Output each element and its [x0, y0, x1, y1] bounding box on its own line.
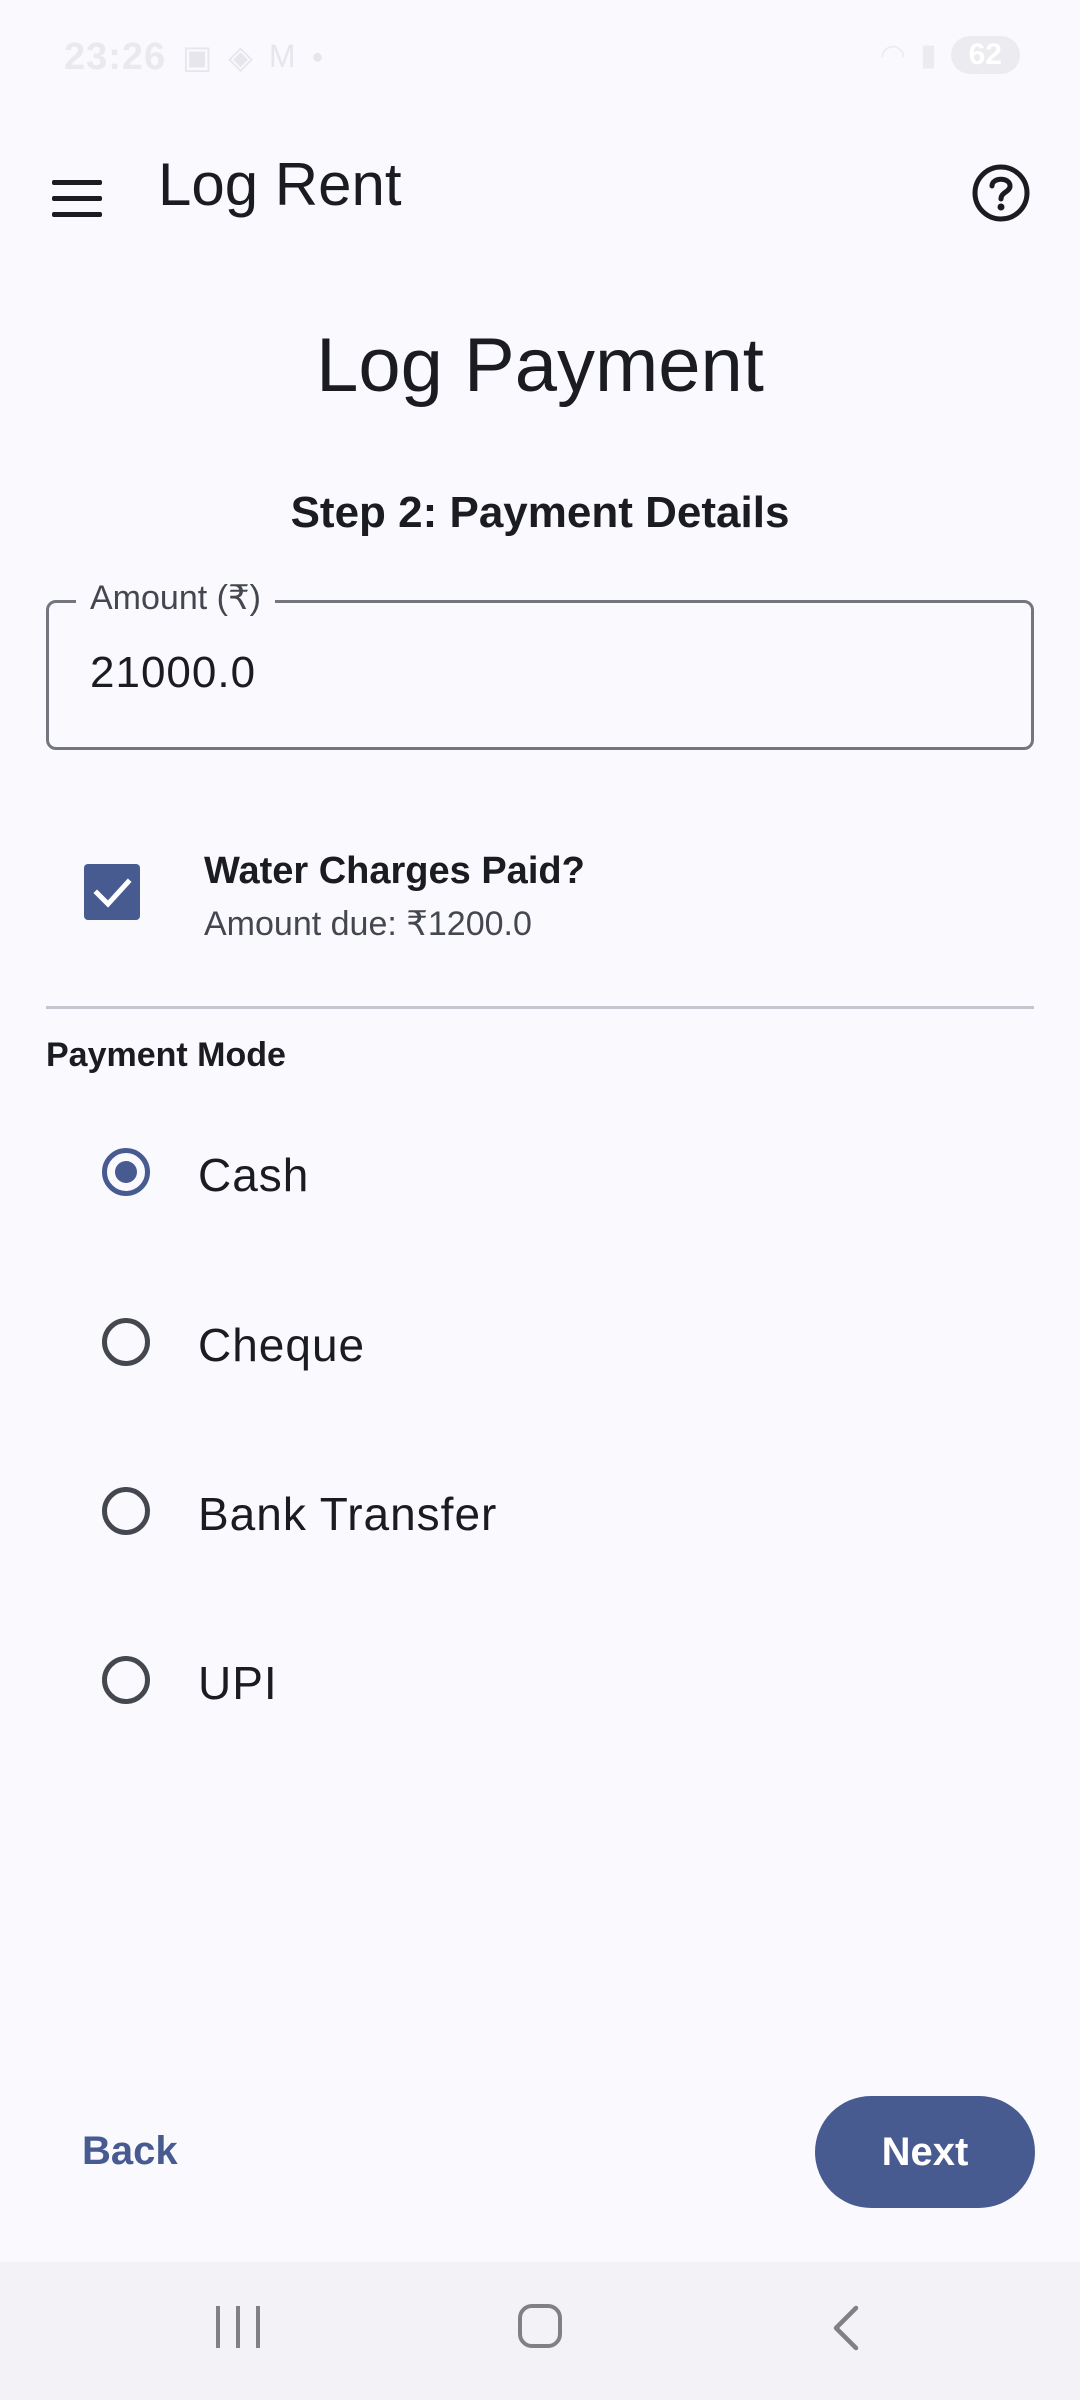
app-title: Log Rent [158, 151, 402, 218]
water-charges-subtitle: Amount due: ₹1200.0 [204, 905, 532, 943]
water-charges-title: Water Charges Paid? [204, 850, 585, 892]
amount-field-label: Amount (₹) [76, 578, 275, 618]
menu-icon[interactable] [44, 162, 114, 232]
payment-option-cheque[interactable]: Cheque [46, 1280, 1034, 1410]
page-title: Log Payment [316, 323, 764, 408]
gmail-icon: M [268, 38, 296, 74]
payment-option-label: Bank Transfer [198, 1488, 498, 1540]
system-nav-bar [0, 2262, 1080, 2400]
dot-icon: ● [311, 46, 324, 68]
home-icon[interactable] [518, 2304, 562, 2348]
help-icon[interactable] [966, 158, 1036, 228]
status-notification-icons: ▣ ◈ M ● [182, 38, 324, 76]
water-charges-checkbox[interactable] [84, 864, 140, 920]
radio-button-cash[interactable] [102, 1148, 150, 1196]
radio-button-cheque[interactable] [102, 1318, 150, 1366]
payment-option-cash[interactable]: Cash [46, 1110, 1034, 1240]
radio-button-upi[interactable] [102, 1656, 150, 1704]
sync-icon: ◈ [228, 39, 253, 75]
payment-option-label: Cash [198, 1149, 310, 1201]
water-charges-row[interactable]: Water Charges Paid? Amount due: ₹1200.0 [46, 838, 1034, 968]
payment-option-upi[interactable]: UPI [46, 1618, 1034, 1748]
amount-field-value[interactable]: 21000.0 [90, 648, 256, 698]
status-time: 23:26 [64, 36, 167, 78]
screenshot-icon: ▣ [182, 39, 213, 75]
back-nav-icon[interactable] [822, 2302, 872, 2354]
next-button[interactable]: Next [815, 2096, 1035, 2208]
payment-option-bank-transfer[interactable]: Bank Transfer [46, 1449, 1034, 1579]
radio-button-bank-transfer[interactable] [102, 1487, 150, 1535]
check-icon [93, 878, 132, 908]
app-bar: Log Rent [0, 120, 1080, 256]
payment-option-label: Cheque [198, 1319, 366, 1371]
status-bar: 23:26 ▣ ◈ M ● ◠ ▮ 62 [0, 0, 1080, 120]
payment-option-label: UPI [198, 1657, 278, 1709]
battery-indicator: 62 [950, 36, 1020, 74]
status-right: ◠ ▮ 62 [880, 36, 1020, 74]
back-button[interactable]: Back [60, 2096, 210, 2206]
payment-mode-label: Payment Mode [46, 1036, 286, 1074]
step-title: Step 2: Payment Details [290, 488, 790, 537]
recents-icon[interactable] [214, 2306, 262, 2348]
amount-field[interactable]: Amount (₹) 21000.0 [46, 578, 1078, 756]
signal-icon: ▮ [920, 38, 937, 72]
divider [46, 1006, 1034, 1009]
wifi-icon: ◠ [879, 38, 907, 72]
